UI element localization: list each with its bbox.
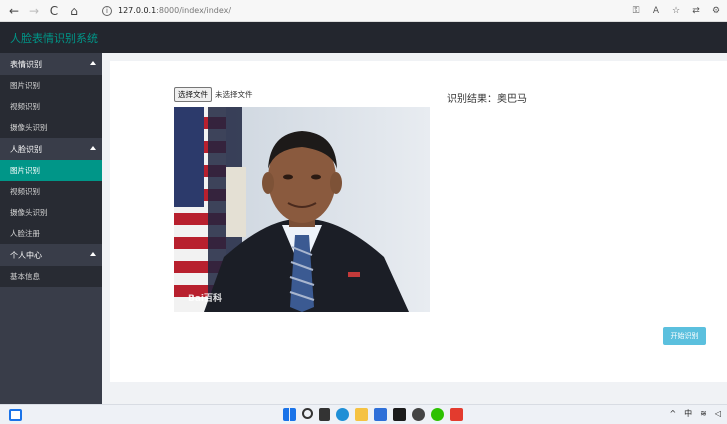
chevron-up-icon — [90, 146, 96, 150]
address-bar[interactable]: i 127.0.0.1 :8000/index/index/ — [102, 2, 622, 20]
store-icon[interactable] — [374, 408, 387, 421]
sidebar-group-body: 基本信息 — [0, 266, 102, 287]
sidebar-group-expression[interactable]: 表情识别 — [0, 53, 102, 75]
key-icon[interactable]: ⚿ — [629, 6, 643, 16]
uploaded-photo: Bai百科 — [174, 107, 430, 312]
choose-file-button[interactable]: 选择文件 — [174, 87, 212, 102]
result-label: 识别结果： — [447, 94, 497, 105]
search-icon[interactable] — [302, 408, 313, 419]
recognition-result: 识别结果： 奥巴马 — [447, 90, 527, 105]
sidebar-item-expression-image[interactable]: 图片识别 — [0, 75, 102, 96]
url-host: 127.0.0.1 — [118, 6, 157, 15]
start-recognition-button[interactable]: 开始识别 — [663, 327, 706, 345]
sidebar-item-expression-video[interactable]: 视频识别 — [0, 96, 102, 117]
info-icon[interactable]: i — [102, 5, 112, 16]
forward-icon[interactable]: → — [24, 1, 44, 21]
file-status: 未选择文件 — [215, 90, 253, 99]
pycharm-icon[interactable] — [393, 408, 406, 421]
collections-icon[interactable]: ⇄ — [689, 6, 703, 16]
taskbar-apps — [283, 408, 463, 421]
system-tray: ^ 中 ≋ ◁ — [669, 408, 721, 419]
chevron-up-icon — [90, 252, 96, 256]
main-content: 选择文件 未选择文件 Bai百科 识别结果： 奥巴马 开始识别 — [110, 61, 727, 382]
wechat-icon[interactable] — [431, 408, 444, 421]
extensions-icon[interactable]: ⚙ — [709, 6, 723, 16]
browser-actions: ⚿ A ☆ ⇄ ⚙ — [629, 6, 727, 16]
chevron-up-icon[interactable]: ^ — [669, 409, 676, 418]
page: ← → C ⌂ i 127.0.0.1 :8000/index/index/ ⚿… — [0, 0, 727, 424]
camera-app-icon[interactable] — [412, 408, 425, 421]
input-language[interactable]: 中 — [684, 408, 692, 419]
sidebar-group-profile[interactable]: 个人中心 — [0, 244, 102, 266]
file-explorer-icon[interactable] — [355, 408, 368, 421]
sidebar-group-body: 图片识别 视频识别 摄像头识别 人脸注册 — [0, 160, 102, 244]
taskbar: ^ 中 ≋ ◁ — [0, 404, 727, 424]
watermark: Bai百科 — [188, 294, 223, 304]
wps-icon[interactable] — [450, 408, 463, 421]
back-icon[interactable]: ← — [4, 1, 24, 21]
sidebar-item-basic-info[interactable]: 基本信息 — [0, 266, 102, 287]
widgets-icon[interactable] — [9, 409, 22, 421]
edge-browser-icon[interactable] — [336, 408, 349, 421]
sidebar-group-face[interactable]: 人脸识别 — [0, 138, 102, 160]
sidebar-item-face-register[interactable]: 人脸注册 — [0, 223, 102, 244]
read-aloud-icon[interactable]: A — [649, 6, 663, 16]
task-view-icon[interactable] — [319, 408, 330, 421]
sidebar-group-label: 表情识别 — [10, 59, 42, 69]
result-value: 奥巴马 — [497, 94, 527, 105]
chevron-up-icon — [90, 61, 96, 65]
file-picker: 选择文件 未选择文件 — [174, 87, 253, 102]
app-title: 人脸表情识别系统 — [10, 31, 98, 45]
favorite-icon[interactable]: ☆ — [669, 6, 683, 16]
reload-icon[interactable]: C — [44, 1, 64, 21]
browser-toolbar: ← → C ⌂ i 127.0.0.1 :8000/index/index/ ⚿… — [0, 0, 727, 22]
home-icon[interactable]: ⌂ — [64, 1, 84, 21]
windows-start-icon[interactable] — [283, 408, 296, 421]
sidebar-group-label: 人脸识别 — [10, 144, 42, 154]
sidebar-item-face-image[interactable]: 图片识别 — [0, 160, 102, 181]
sidebar-item-expression-camera[interactable]: 摄像头识别 — [0, 117, 102, 138]
sidebar-item-face-video[interactable]: 视频识别 — [0, 181, 102, 202]
sidebar-group-body: 图片识别 视频识别 摄像头识别 — [0, 75, 102, 138]
volume-icon[interactable]: ◁ — [715, 409, 721, 418]
app-header: 人脸表情识别系统 — [0, 22, 727, 53]
sidebar: 表情识别 图片识别 视频识别 摄像头识别 人脸识别 图片识别 视频识别 摄像头识… — [0, 53, 102, 404]
portrait-image — [174, 107, 430, 312]
sidebar-item-face-camera[interactable]: 摄像头识别 — [0, 202, 102, 223]
url-path: :8000/index/index/ — [156, 6, 232, 15]
wifi-icon[interactable]: ≋ — [700, 409, 707, 418]
sidebar-group-label: 个人中心 — [10, 250, 42, 260]
